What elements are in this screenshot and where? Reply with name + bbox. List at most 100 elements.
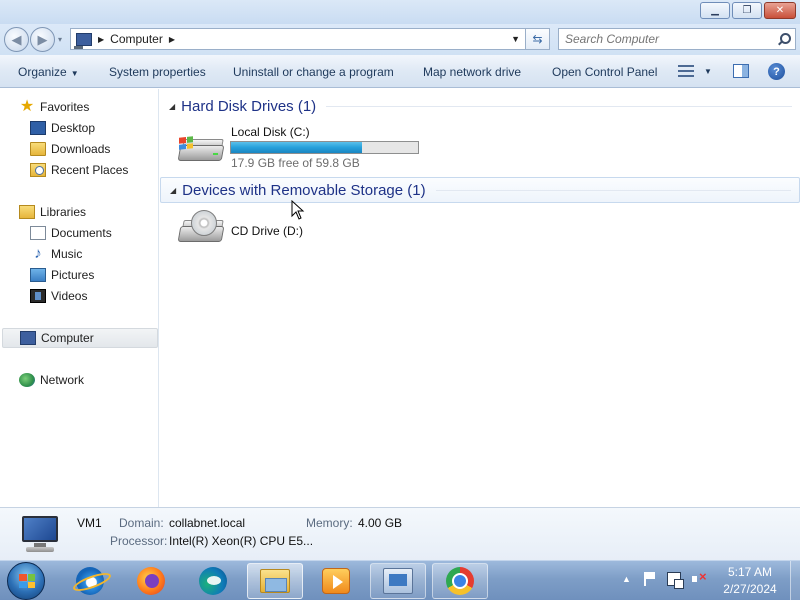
group-divider [326,105,792,107]
address-bar[interactable]: ▶ Computer ▶ ▼ [70,28,526,50]
nav-computer[interactable]: Computer [2,328,158,348]
remote-desktop-icon [383,568,413,594]
map-network-drive-button[interactable]: Map network drive [423,65,521,79]
nav-favorites[interactable]: ★ Favorites [19,97,177,117]
videos-icon [30,289,46,303]
organize-button[interactable]: Organize ▼ [18,65,79,79]
forward-button[interactable]: ▶ [30,27,55,52]
system-properties-button[interactable]: System properties [109,65,206,79]
nav-recent-places-label: Recent Places [51,163,129,177]
star-icon: ★ [19,98,35,115]
cd-drive-icon[interactable] [177,210,225,250]
back-arrow-icon: ◀ [11,31,22,47]
downloads-folder-icon [30,142,46,156]
computer-monitor-icon [18,516,62,554]
minimize-button[interactable]: ▁ [700,2,730,19]
nav-computer-label: Computer [41,331,94,345]
details-pane: VM1 Domain: collabnet.local Memory: 4.00… [0,507,800,560]
search-icon[interactable] [775,31,791,47]
processor-value: Intel(R) Xeon(R) CPU E5... [169,534,314,548]
collapse-triangle-icon[interactable]: ◢ [170,186,176,195]
refresh-button[interactable]: ⇆ [526,28,550,50]
chrome-icon [446,567,474,595]
memory-label: Memory: [306,516,353,530]
breadcrumb-computer[interactable]: Computer [110,32,163,46]
taskbar-media-player[interactable] [308,563,364,599]
nav-desktop-label: Desktop [51,121,96,135]
disk-usage-fill [231,142,362,153]
libraries-icon [19,205,35,219]
clock-time[interactable]: 5:17 AM [715,565,785,579]
search-input[interactable] [559,32,775,46]
navigation-pane: ★ Favorites Desktop Downloads Recent Pla… [0,89,159,507]
title-bar: ▁ ❐ ✕ [0,0,800,24]
nav-libraries[interactable]: Libraries [19,202,177,222]
group-header-removable-storage[interactable]: ◢ Devices with Removable Storage (1) [160,177,800,203]
back-button[interactable]: ◀ [4,27,29,52]
group-header-hard-disk-drives[interactable]: ◢ Hard Disk Drives (1) [160,93,800,119]
uninstall-program-button[interactable]: Uninstall or change a program [233,65,394,79]
collapse-triangle-icon[interactable]: ◢ [169,102,175,111]
address-row: ◀ ▶ ▾ ▶ Computer ▶ ▼ ⇆ [0,24,800,55]
internet-explorer-icon [76,567,104,595]
taskbar-remote-desktop[interactable] [370,563,426,599]
help-icon[interactable]: ? [768,63,785,80]
volume-muted-icon[interactable] [692,569,707,586]
drive-name-cd-drive-d[interactable]: CD Drive (D:) [231,224,303,238]
maximize-button[interactable]: ❐ [732,2,762,19]
edge-icon [199,567,227,595]
windows-logo-icon [19,574,35,588]
organize-label: Organize [18,65,67,79]
taskbar-internet-explorer[interactable] [62,563,118,599]
search-box[interactable] [558,28,796,50]
nav-downloads-label: Downloads [51,142,111,156]
content-pane: ◢ Hard Disk Drives (1) Local Disk (C:) 1… [160,89,800,507]
network-status-icon[interactable] [667,572,684,589]
nav-videos-label: Videos [51,289,88,303]
drive-name-local-disk-c[interactable]: Local Disk (C:) [231,125,310,139]
nav-network[interactable]: Network [19,370,177,390]
nav-music-label: Music [51,247,83,261]
hard-disk-icon[interactable] [177,129,225,169]
start-button[interactable] [7,562,45,600]
taskbar-firefox[interactable] [123,563,179,599]
window-controls: ▁ ❐ ✕ [700,2,796,19]
nav-libraries-label: Libraries [40,205,87,219]
taskbar-windows-explorer[interactable] [247,563,303,599]
preview-pane-icon[interactable] [733,64,749,78]
nav-network-label: Network [40,373,85,387]
disk-usage-bar [230,141,419,154]
nav-favorites-label: Favorites [40,100,90,114]
breadcrumb-chevron-icon[interactable]: ▶ [169,35,175,44]
forward-arrow-icon: ▶ [37,31,48,47]
show-desktop-button[interactable] [790,561,800,600]
documents-icon [30,226,46,240]
computer-icon [74,32,92,49]
taskbar-chrome[interactable] [432,563,488,599]
breadcrumb-separator-icon[interactable]: ▶ [98,35,104,44]
chevron-down-icon: ▼ [70,69,79,78]
network-icon [19,373,35,387]
drive-free-space: 17.9 GB free of 59.8 GB [231,156,360,170]
address-dropdown-icon[interactable]: ▼ [511,34,520,44]
computer-name: VM1 [77,516,102,530]
computer-icon [20,331,36,345]
close-button[interactable]: ✕ [764,2,796,19]
mouse-cursor-icon [291,200,305,220]
recent-places-icon [30,163,46,177]
firefox-icon [137,567,165,595]
taskbar-edge[interactable] [185,563,241,599]
group-title: Devices with Removable Storage (1) [182,181,426,199]
show-hidden-icons-button[interactable]: ▲ [622,574,631,584]
windows-explorer-icon [260,569,290,593]
views-chevron-down-icon[interactable]: ▼ [704,67,712,76]
refresh-icon: ⇆ [532,32,543,46]
media-player-icon [322,568,350,594]
clock-date[interactable]: 2/27/2024 [715,582,785,596]
pictures-icon [30,268,46,282]
change-view-icon[interactable] [678,64,694,78]
desktop-icon [30,121,46,135]
recent-pages-dropdown[interactable]: ▾ [58,35,62,44]
action-center-flag-icon[interactable] [644,572,658,586]
open-control-panel-button[interactable]: Open Control Panel [552,65,657,79]
